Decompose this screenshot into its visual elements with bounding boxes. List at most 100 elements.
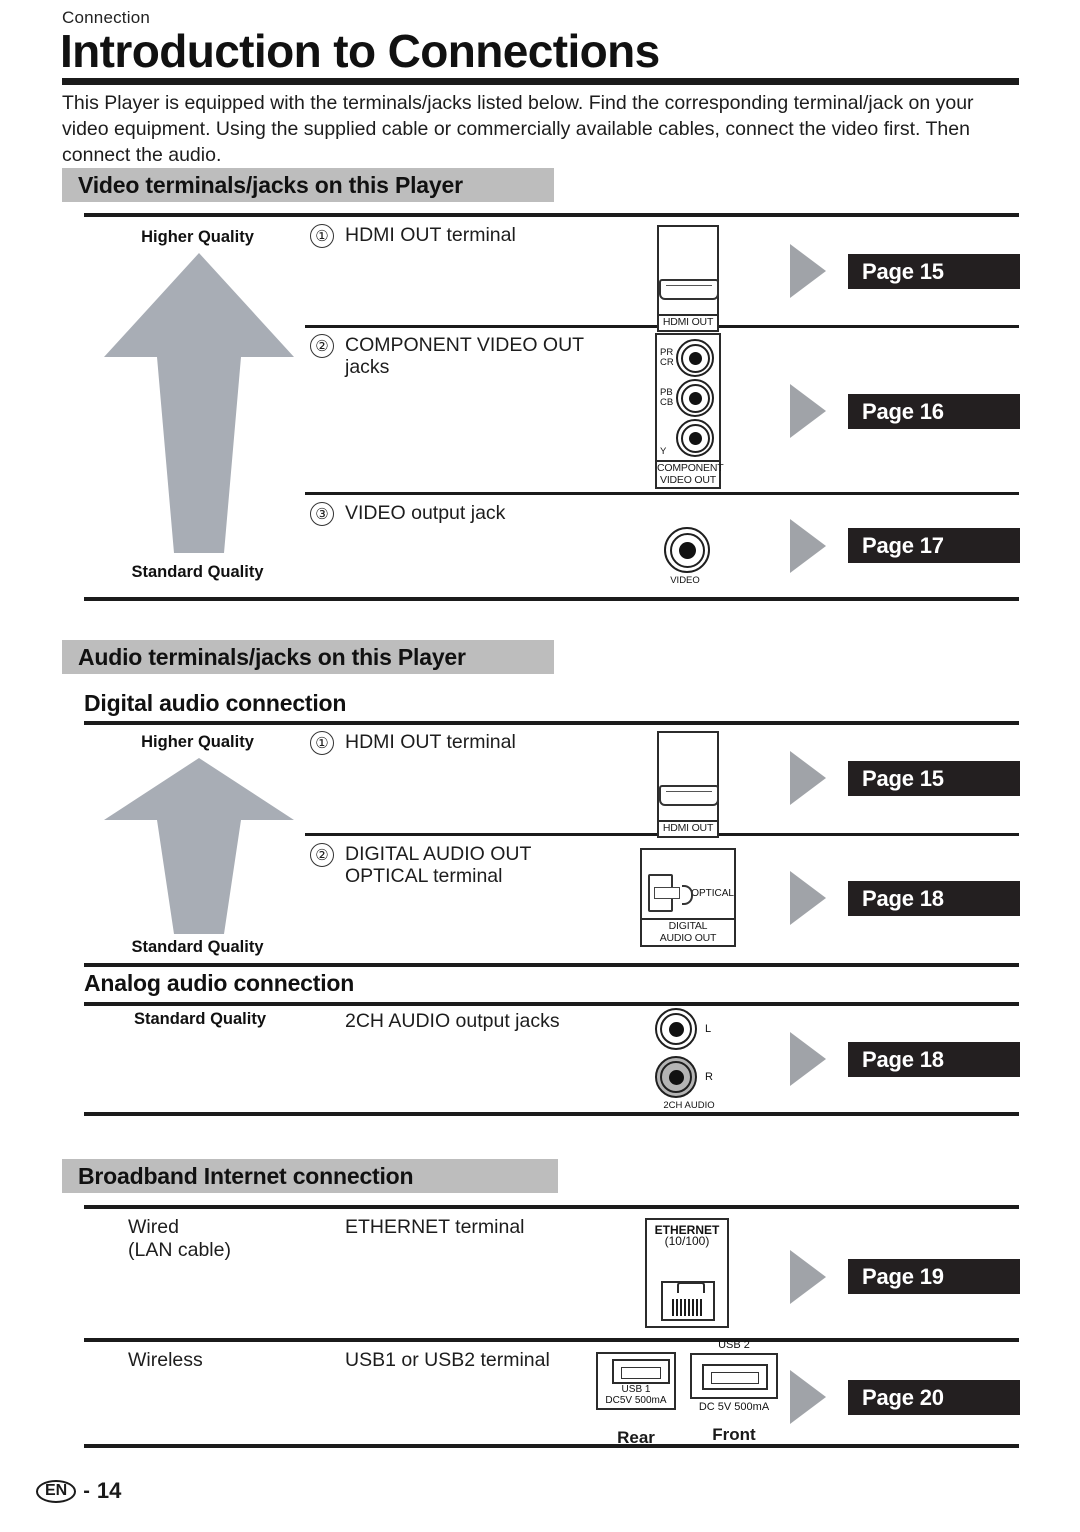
- art-digital-audio-out: OPTICAL DIGITAL AUDIO OUT: [640, 848, 736, 947]
- art-label-rear: Rear: [617, 1428, 655, 1447]
- art-label-optical: OPTICAL: [691, 887, 734, 899]
- subhead-digital-audio: Digital audio connection: [84, 690, 347, 716]
- row-type-wireless: Wireless: [128, 1349, 203, 1371]
- art-label-usb1-l1: USB 1: [621, 1384, 651, 1395]
- art-label-hdmi-out-audio: HDMI OUT: [659, 820, 717, 836]
- rule-digital-bottom: [84, 963, 1019, 967]
- hdmi-port-icon: [659, 279, 719, 300]
- audio-jack-l-icon: [655, 1008, 697, 1050]
- row-type-wired-l2: (LAN cable): [128, 1239, 231, 1261]
- title-underline: [62, 78, 1019, 85]
- art-label-hdmi-out-video: HDMI OUT: [659, 314, 717, 330]
- rule-analog-top: [84, 1002, 1019, 1006]
- footer-dash: -: [83, 1479, 90, 1502]
- art-label-video: VIDEO: [670, 575, 700, 586]
- row-type-wired-l1: Wired: [128, 1216, 179, 1238]
- row-number-1-video: ①: [310, 224, 334, 248]
- page-chip-15-audio[interactable]: Page 15: [848, 761, 1020, 796]
- intro-paragraph: This Player is equipped with the termina…: [62, 92, 974, 166]
- rule-analog-bottom: [84, 1112, 1019, 1116]
- manual-page: Connection Introduction to Connections T…: [0, 0, 1080, 1532]
- page-chip-17-video[interactable]: Page 17: [848, 528, 1020, 563]
- art-label-audio-l: L: [705, 1022, 712, 1035]
- rule-video-2: [305, 492, 1019, 495]
- banner-audio-terminals: Audio terminals/jacks on this Player: [62, 640, 554, 674]
- row-label-hdmi-video: HDMI OUT terminal: [345, 224, 516, 246]
- art-label-component-caption-l2: VIDEO OUT: [660, 473, 716, 486]
- rule-digital-top: [84, 721, 1019, 725]
- page-chip-18-digital[interactable]: Page 18: [848, 881, 1020, 916]
- row-number-3-video: ③: [310, 502, 334, 526]
- art-hdmi-out-video: HDMI OUT: [657, 225, 719, 332]
- art-hdmi-out-audio: HDMI OUT: [657, 731, 719, 838]
- label-standard-quality-audio: Standard Quality: [131, 938, 264, 956]
- row-label-usb: USB1 or USB2 terminal: [345, 1349, 550, 1371]
- pointer-triangle-5: [790, 871, 826, 925]
- art-ethernet: ETHERNET (10/100): [645, 1218, 729, 1328]
- art-video-jack: VIDEO: [664, 527, 710, 586]
- row-label-component-l2: jacks: [345, 356, 390, 378]
- art-component-video-out: PR CR PB CB Y COMPONENT VIDEO OUT: [655, 333, 724, 489]
- art-label-y: Y: [660, 446, 667, 457]
- usb1-port-icon: [612, 1359, 670, 1384]
- page-chip-15-video[interactable]: Page 15: [848, 254, 1020, 289]
- rule-broadband-bottom: [84, 1444, 1019, 1448]
- quality-arrow-audio: [104, 758, 294, 943]
- row-label-video-jack: VIDEO output jack: [345, 502, 506, 524]
- row-label-hdmi-audio: HDMI OUT terminal: [345, 731, 516, 753]
- component-jack-pr-icon: [676, 339, 714, 377]
- row-label-ethernet: ETHERNET terminal: [345, 1216, 525, 1238]
- pointer-triangle-4: [790, 751, 826, 805]
- page-chip-20[interactable]: Page 20: [848, 1380, 1020, 1415]
- row-number-2-audio: ②: [310, 843, 334, 867]
- art-2ch-audio: L R 2CH AUDIO: [655, 1008, 725, 1111]
- page-title: Introduction to Connections: [60, 25, 660, 77]
- page-chip-18-analog[interactable]: Page 18: [848, 1042, 1020, 1077]
- rule-video-bottom: [84, 597, 1019, 601]
- pointer-triangle-1: [790, 244, 826, 298]
- component-jack-y-icon: [676, 419, 714, 457]
- art-label-usb2-top: USB 2: [718, 1339, 750, 1351]
- pointer-triangle-2: [790, 384, 826, 438]
- label-higher-quality-audio: Higher Quality: [141, 733, 254, 751]
- quality-arrow-video: [104, 253, 294, 563]
- banner-broadband: Broadband Internet connection: [62, 1159, 558, 1193]
- component-jack-pb-icon: [676, 379, 714, 417]
- rule-broadband-mid: [84, 1338, 1019, 1342]
- art-label-digital-caption-l2: AUDIO OUT: [659, 931, 717, 944]
- label-standard-quality-analog: Standard Quality: [133, 1010, 267, 1028]
- footer-page-number: 14: [96, 1478, 122, 1503]
- pointer-triangle-3: [790, 519, 826, 573]
- art-label-usb2-bottom: DC 5V 500mA: [698, 1401, 770, 1413]
- pointer-triangle-6: [790, 1032, 826, 1086]
- language-badge: EN: [36, 1479, 77, 1503]
- art-label-digital-caption-l1: DIGITAL: [668, 920, 708, 932]
- pointer-triangle-8: [790, 1370, 826, 1424]
- row-label-2ch-audio: 2CH AUDIO output jacks: [345, 1010, 560, 1032]
- subhead-analog-audio: Analog audio connection: [84, 970, 355, 996]
- rj45-port-icon: [661, 1281, 715, 1321]
- label-standard-quality-video: Standard Quality: [131, 563, 264, 581]
- art-label-component-caption-l1: COMPONENT: [657, 462, 724, 474]
- art-label-front: Front: [712, 1425, 756, 1444]
- rule-video-top: [84, 213, 1019, 217]
- row-number-1-audio: ①: [310, 731, 334, 755]
- optical-port-icon: [648, 874, 681, 912]
- page-chip-16-video[interactable]: Page 16: [848, 394, 1020, 429]
- usb2-port-icon: [702, 1364, 768, 1390]
- pointer-triangle-7: [790, 1250, 826, 1304]
- art-usb2-front: USB 2 DC 5V 500mA Front: [690, 1340, 778, 1445]
- row-number-2-video: ②: [310, 334, 334, 358]
- hdmi-port-icon-audio: [659, 785, 719, 806]
- art-usb1-rear: USB 1 DC5V 500mA Rear: [596, 1352, 676, 1448]
- art-label-2ch-audio-caption: 2CH AUDIO: [663, 1100, 715, 1111]
- banner-video-terminals: Video terminals/jacks on this Player: [62, 168, 554, 202]
- rule-broadband-top: [84, 1205, 1019, 1209]
- label-higher-quality-video: Higher Quality: [141, 228, 254, 246]
- art-label-audio-r: R: [705, 1070, 713, 1083]
- video-jack-icon: [664, 527, 710, 573]
- art-label-usb1-l2: DC5V 500mA: [605, 1395, 667, 1406]
- page-chip-19[interactable]: Page 19: [848, 1259, 1020, 1294]
- art-label-ethernet-l2: (10/100): [664, 1234, 710, 1248]
- row-label-optical-l2: OPTICAL terminal: [345, 865, 503, 887]
